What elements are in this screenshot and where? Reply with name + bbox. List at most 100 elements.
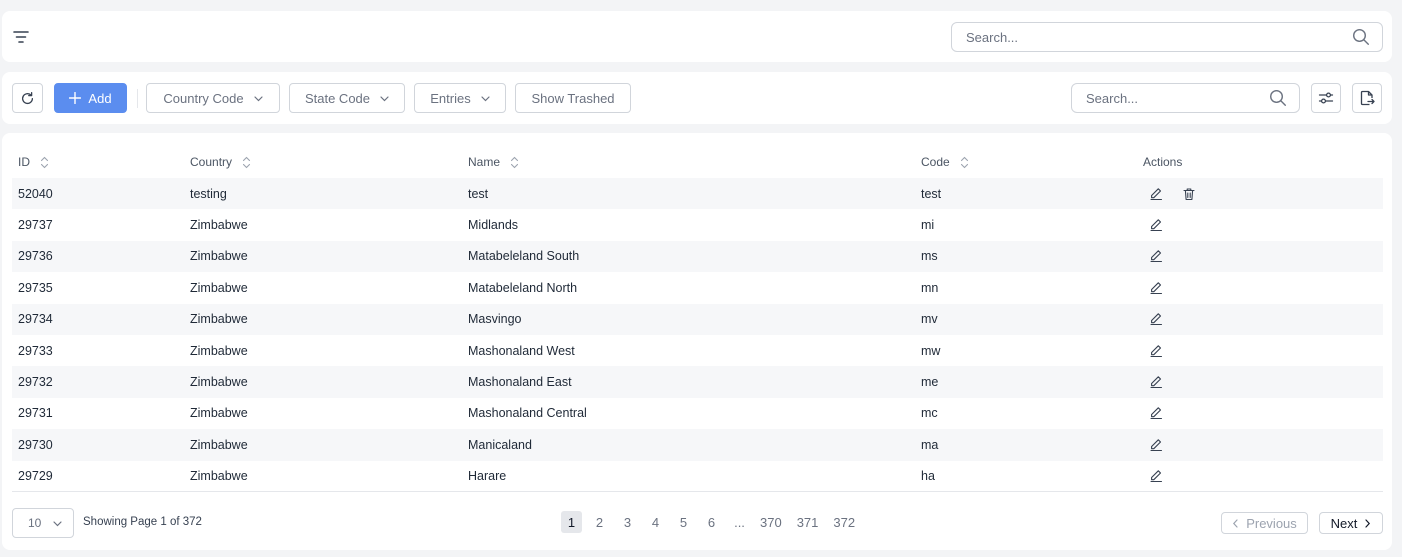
column-settings-button[interactable] xyxy=(1311,83,1341,113)
cell-actions xyxy=(1137,303,1383,335)
page-button[interactable]: 371 xyxy=(793,511,823,533)
pencil-icon[interactable] xyxy=(1149,375,1163,389)
sort-icon[interactable] xyxy=(510,156,519,169)
page-button[interactable]: 5 xyxy=(673,511,694,533)
page-button[interactable]: 372 xyxy=(829,511,859,533)
cell-name: Mashonaland Central xyxy=(468,406,587,421)
cell-code: mw xyxy=(921,343,941,358)
sort-icon[interactable] xyxy=(960,156,969,169)
per-page-select[interactable]: 10 xyxy=(12,508,74,538)
cell-actions xyxy=(1137,209,1383,240)
cell-name: Mashonaland East xyxy=(462,366,915,398)
sort-icon[interactable] xyxy=(242,156,251,169)
cell-name: Harare xyxy=(468,469,507,484)
export-button[interactable] xyxy=(1352,83,1382,113)
table-search-input[interactable] xyxy=(1086,90,1269,106)
row-actions xyxy=(1143,344,1383,358)
cell-code: ms xyxy=(915,240,1137,273)
column-header-name-label: Name xyxy=(468,154,501,169)
cell-country: Zimbabwe xyxy=(184,303,462,335)
pencil-icon[interactable] xyxy=(1149,249,1163,263)
showing-page-text: Showing Page 1 of 372 xyxy=(83,516,202,528)
state-code-filter-button[interactable]: State Code xyxy=(289,83,405,113)
cell-name: Mashonaland West xyxy=(468,343,575,358)
pencil-icon[interactable] xyxy=(1149,187,1163,201)
add-button[interactable]: Add xyxy=(54,83,127,113)
column-header-name[interactable]: Name xyxy=(462,146,915,178)
refresh-button[interactable] xyxy=(12,83,43,113)
country-code-label: Country Code xyxy=(163,90,244,106)
cell-country: Zimbabwe xyxy=(190,218,248,233)
pagination-ellipsis: ... xyxy=(734,514,745,530)
page-button[interactable]: 370 xyxy=(756,511,786,533)
page-button[interactable]: 4 xyxy=(645,511,666,533)
show-trashed-button[interactable]: Show Trashed xyxy=(515,83,631,113)
trash-icon[interactable] xyxy=(1182,187,1196,201)
cell-id: 29729 xyxy=(18,469,53,484)
pencil-icon[interactable] xyxy=(1149,218,1163,232)
sort-icon[interactable] xyxy=(40,156,49,169)
cell-id: 52040 xyxy=(12,178,184,210)
entries-filter-button[interactable]: Entries xyxy=(414,83,506,113)
cell-code: test xyxy=(915,178,1137,210)
table-row: 29732 Zimbabwe Mashonaland East me xyxy=(12,366,1383,398)
column-header-id[interactable]: ID xyxy=(12,146,184,178)
global-search-input[interactable] xyxy=(966,29,1352,45)
add-button-label: Add xyxy=(88,90,112,106)
previous-page-button[interactable]: Previous xyxy=(1221,512,1308,534)
row-actions xyxy=(1143,218,1383,232)
pencil-icon[interactable] xyxy=(1149,344,1163,358)
cell-name: Manicaland xyxy=(462,429,915,461)
pencil-icon[interactable] xyxy=(1149,312,1163,326)
cell-actions xyxy=(1137,178,1383,210)
next-label: Next xyxy=(1330,515,1358,531)
cell-name: Matabeleland North xyxy=(468,280,578,295)
row-actions xyxy=(1143,312,1383,326)
page-button[interactable]: 3 xyxy=(617,511,638,533)
cell-actions xyxy=(1137,398,1383,429)
cell-actions xyxy=(1137,461,1383,492)
cell-name: Matabeleland South xyxy=(462,240,915,273)
cell-name: Midlands xyxy=(468,218,519,233)
cell-country: testing xyxy=(184,178,462,210)
cell-actions xyxy=(1137,240,1383,273)
table-row: 29737 Zimbabwe Midlands mi xyxy=(12,209,1383,240)
country-code-filter-button[interactable]: Country Code xyxy=(146,83,280,113)
pencil-icon[interactable] xyxy=(1149,281,1163,295)
cell-country: Zimbabwe xyxy=(190,343,248,358)
column-header-code[interactable]: Code xyxy=(915,146,1137,178)
chevron-down-icon xyxy=(53,520,62,526)
page-button[interactable]: 2 xyxy=(589,511,610,533)
table-search-box xyxy=(1071,83,1300,113)
page-button[interactable]: 6 xyxy=(701,511,722,533)
row-actions xyxy=(1143,281,1383,295)
table-row: 29734 Zimbabwe Masvingo mv xyxy=(12,303,1383,335)
page-button[interactable]: 1 xyxy=(561,511,582,533)
pagination: 1 2 3 4 5 6... 370 371 372 xyxy=(561,511,866,533)
row-actions xyxy=(1143,469,1383,483)
table-row: 29729 Zimbabwe Harare ha xyxy=(12,461,1383,492)
top-bar xyxy=(2,11,1392,62)
chevron-left-icon xyxy=(1233,518,1238,528)
cell-id: 29730 xyxy=(12,429,184,461)
filter-icon[interactable] xyxy=(12,28,30,46)
column-header-country[interactable]: Country xyxy=(184,146,462,178)
pencil-icon[interactable] xyxy=(1149,469,1163,483)
search-icon[interactable] xyxy=(1269,89,1287,107)
cell-actions xyxy=(1137,429,1383,461)
cell-id: 29734 xyxy=(12,303,184,335)
table-row: 29735 Zimbabwe Matabeleland North mn xyxy=(12,272,1383,303)
table-header-row: ID Country Name Code Actions xyxy=(12,146,1383,178)
cell-actions xyxy=(1137,335,1383,366)
table-card: ID Country Name Code Actions 52040 testin… xyxy=(2,133,1392,550)
row-actions xyxy=(1143,375,1383,389)
pencil-icon[interactable] xyxy=(1149,406,1163,420)
next-page-button[interactable]: Next xyxy=(1319,512,1383,534)
plus-icon xyxy=(69,92,82,104)
chevron-down-icon xyxy=(481,95,490,101)
search-icon[interactable] xyxy=(1352,28,1370,46)
sliders-icon xyxy=(1318,92,1334,104)
cell-id: 29737 xyxy=(18,218,53,233)
pencil-icon[interactable] xyxy=(1149,438,1163,452)
table-footer-divider xyxy=(12,491,1383,492)
